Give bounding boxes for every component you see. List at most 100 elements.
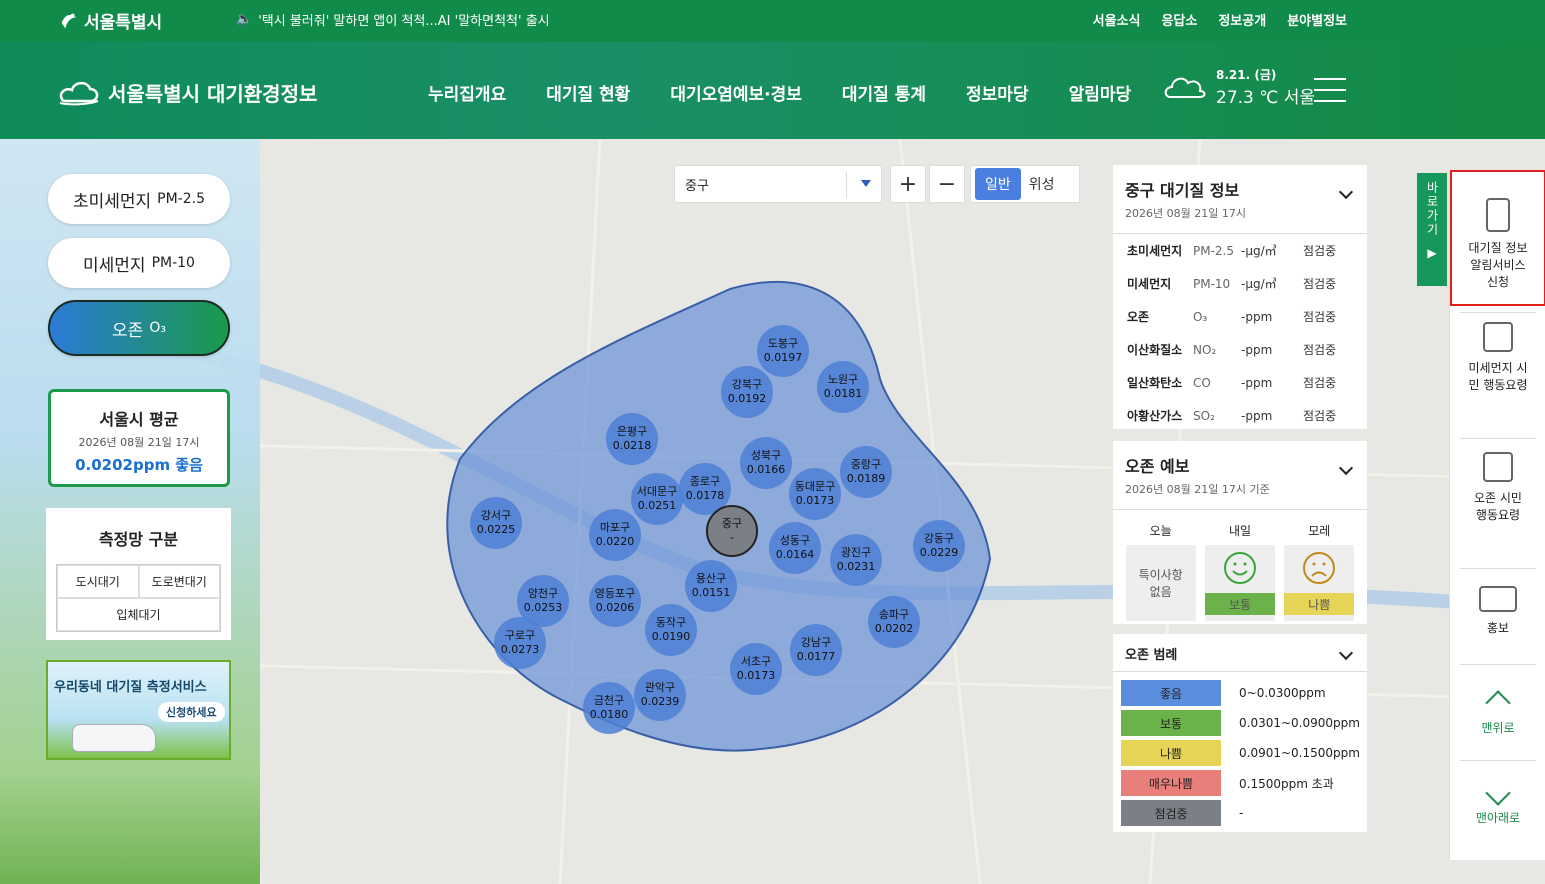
map-type-satellite[interactable]: 위성	[1029, 174, 1055, 194]
main-nav: 누리집개요 대기질 현황 대기오염예보·경보 대기질 통계 정보마당 알림마당	[428, 80, 1131, 105]
play-icon: ▶	[1427, 246, 1437, 260]
weather-temp: 27.3 ℃ 서울	[1216, 88, 1316, 108]
district-select[interactable]: 중구	[674, 165, 882, 203]
quick-promo[interactable]: 홍보	[1450, 586, 1545, 637]
district-marker[interactable]: 용산구 0.0151	[685, 560, 737, 612]
district-name: 송파구	[878, 608, 910, 621]
district-marker[interactable]: 도봉구 0.0197	[757, 325, 809, 377]
district-name: 광진구	[840, 546, 872, 559]
quick-pm-guide[interactable]: 미세먼지 시민 행동요령	[1450, 322, 1545, 394]
district-marker[interactable]: 관악구 0.0239	[634, 669, 686, 721]
district-marker[interactable]: 은평구 0.0218	[606, 413, 658, 465]
pm25-button[interactable]: 초미세먼지 PM-2.5	[48, 174, 230, 224]
district-name: 도봉구	[767, 337, 799, 350]
air-info-row: 미세먼지 PM-10 -μg/㎥ 점검중	[1113, 267, 1367, 300]
zoom-out-button[interactable]: −	[929, 165, 965, 203]
site-logo[interactable]: 서울특별시 대기환경정보	[58, 78, 317, 107]
nav-forecast-alert[interactable]: 대기오염예보·경보	[670, 80, 802, 105]
district-marker[interactable]: 송파구 0.0202	[868, 596, 920, 648]
legend-swatch: 매우나쁨	[1121, 770, 1221, 796]
district-marker[interactable]: 구로구 0.0273	[494, 617, 546, 669]
forecast-day-label: 내일	[1228, 524, 1252, 538]
district-marker[interactable]: 성동구 0.0164	[769, 522, 821, 574]
top-link-category[interactable]: 분야별정보	[1287, 10, 1347, 29]
ozone-button[interactable]: 오존 O₃	[48, 300, 230, 356]
network-roadside[interactable]: 도로변대기	[138, 565, 220, 598]
district-marker-selected[interactable]: 중구 -	[706, 505, 758, 557]
quick-divider	[1460, 760, 1536, 761]
district-marker[interactable]: 중랑구 0.0189	[840, 446, 892, 498]
district-marker[interactable]: 서초구 0.0173	[730, 643, 782, 695]
quick-menu-tab[interactable]: 바로가기 ▶	[1417, 173, 1447, 286]
district-marker[interactable]: 서대문구 0.0251	[631, 473, 683, 525]
top-link-disclosure[interactable]: 정보공개	[1218, 10, 1266, 29]
district-value: 0.0202	[874, 622, 914, 635]
district-marker[interactable]: 동대문구 0.0173	[789, 468, 841, 520]
district-marker[interactable]: 광진구 0.0231	[830, 534, 882, 586]
cloud-logo-icon	[59, 81, 99, 105]
cloud-weather-icon	[1164, 77, 1206, 98]
district-name: 용산구	[695, 572, 727, 585]
district-marker[interactable]: 금천구 0.0180	[583, 682, 635, 734]
district-name: 동작구	[655, 616, 687, 629]
zoom-in-button[interactable]: +	[890, 165, 926, 203]
scroll-top-label: 맨위로	[1481, 721, 1515, 735]
quick-divider	[1460, 664, 1536, 665]
district-marker[interactable]: 성북구 0.0166	[740, 437, 792, 489]
network-type-grid: 도시대기 도로변대기 입체대기	[56, 564, 221, 632]
district-marker[interactable]: 동작구 0.0190	[645, 604, 697, 656]
banner-apply-button[interactable]: 신청하세요	[158, 702, 225, 722]
seoul-logo-icon	[61, 13, 77, 28]
nav-overview[interactable]: 누리집개요	[428, 80, 506, 105]
seoul-gov-logo[interactable]: 서울특별시	[58, 8, 162, 33]
top-utility-bar: 서울특별시 🔈 '택시 불러줘' 말하면 앱이 척척...AI '말하면척척' …	[0, 0, 1545, 42]
nav-notice[interactable]: 알림마당	[1069, 80, 1132, 105]
quick-pm-label: 미세먼지 시민 행동요령	[1468, 361, 1528, 392]
district-marker[interactable]: 노원구 0.0181	[817, 361, 869, 413]
district-marker[interactable]: 강북구 0.0192	[721, 366, 773, 418]
legend-swatch: 나쁨	[1121, 740, 1221, 766]
measurement-service-banner[interactable]: 우리동네 대기질 측정서비스 신청하세요	[46, 660, 231, 760]
district-marker[interactable]: 마포구 0.0220	[589, 509, 641, 561]
notice-ticker[interactable]: 🔈 '택시 불러줘' 말하면 앱이 척척...AI '말하면척척' 출시	[236, 10, 550, 29]
district-name: 강서구	[480, 509, 512, 522]
nav-air-status[interactable]: 대기질 현황	[546, 80, 630, 105]
seoul-average-title: 서울시 평균	[99, 410, 179, 429]
air-info-row: 아황산가스 SO₂ -ppm 점검중	[1113, 399, 1367, 432]
quick-alert-label: 대기질 정보 알림서비스 신청	[1468, 241, 1528, 289]
forecast-face-box: 보통	[1204, 545, 1275, 621]
network-type-title: 측정망 구분	[98, 530, 179, 549]
quick-ozone-guide[interactable]: 오존 시민 행동요령	[1450, 452, 1545, 524]
map-type-normal[interactable]: 일반	[975, 168, 1021, 200]
legend-range: 0~0.0300ppm	[1239, 686, 1326, 700]
top-link-response[interactable]: 응답소	[1161, 10, 1197, 29]
district-marker[interactable]: 강남구 0.0177	[790, 624, 842, 676]
quick-ozone-label: 오존 시민 행동요령	[1474, 491, 1522, 522]
forecast-dayafter: 모레 나쁨	[1284, 522, 1355, 621]
pollutant-value: -ppm	[1241, 375, 1273, 390]
quick-alert-service[interactable]: 대기질 정보 알림서비스 신청	[1450, 170, 1545, 306]
district-marker[interactable]: 영등포구 0.0206	[589, 575, 641, 627]
menu-hamburger-icon[interactable]	[1314, 78, 1346, 102]
district-name: 강남구	[800, 636, 832, 649]
pollutant-name: 일산화탄소	[1127, 376, 1183, 390]
district-marker[interactable]: 강서구 0.0225	[470, 497, 522, 549]
scroll-top-button[interactable]: 맨위로	[1450, 688, 1545, 737]
nav-air-statistics[interactable]: 대기질 통계	[842, 80, 926, 105]
air-info-row: 이산화질소 NO₂ -ppm 점검중	[1113, 333, 1367, 366]
network-urban[interactable]: 도시대기	[57, 565, 139, 598]
district-value: 0.0192	[727, 392, 767, 405]
top-link-news[interactable]: 서울소식	[1093, 10, 1141, 29]
pm10-button[interactable]: 미세먼지 PM-10	[48, 238, 230, 288]
legend-row: 보통 0.0301~0.0900ppm	[1113, 708, 1367, 738]
district-name: 서대문구	[636, 485, 678, 498]
scroll-bottom-button[interactable]: 맨아래로	[1450, 780, 1545, 827]
nav-info[interactable]: 정보마당	[966, 80, 1029, 105]
forecast-face-box: 나쁨	[1284, 545, 1355, 621]
network-3d[interactable]: 입체대기	[57, 598, 220, 631]
forecast-day-label: 모레	[1308, 524, 1331, 538]
pollutant-code: O₃	[1193, 309, 1208, 324]
district-value: 0.0164	[775, 548, 815, 561]
district-marker[interactable]: 강동구 0.0229	[913, 520, 965, 572]
forecast-days: 오늘 특이사항 없음 내일 보통 모레 나쁨	[1113, 509, 1367, 621]
